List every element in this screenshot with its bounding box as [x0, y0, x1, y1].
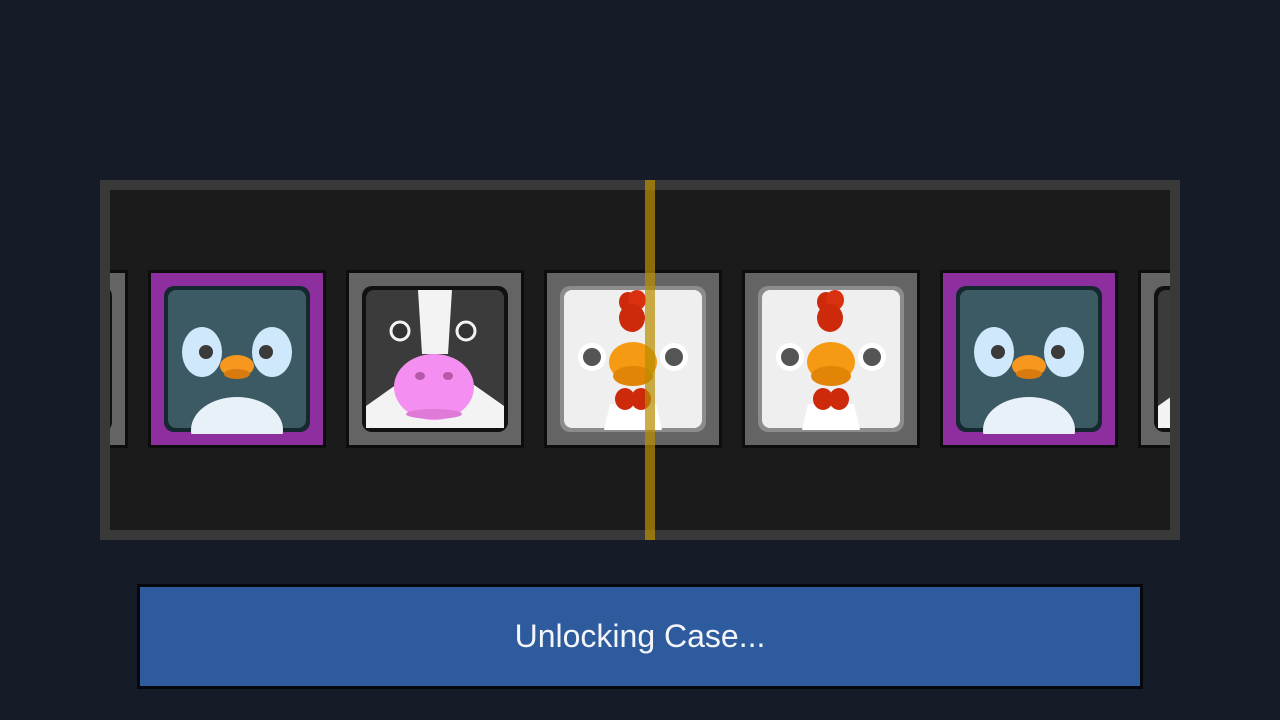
case-item-chicken — [544, 270, 722, 448]
unlocking-case-button[interactable]: Unlocking Case... — [137, 584, 1143, 689]
case-reel-window — [100, 180, 1180, 540]
case-item-cow — [346, 270, 524, 448]
penguin-icon — [164, 286, 310, 434]
case-item-penguin — [148, 270, 326, 448]
cow-icon — [362, 286, 508, 432]
penguin-icon — [956, 286, 1102, 434]
case-item-chicken — [742, 270, 920, 448]
cow-icon — [1154, 286, 1170, 432]
chicken-icon — [758, 286, 904, 432]
case-reel-strip — [110, 190, 1170, 530]
selection-marker — [645, 180, 655, 540]
chicken-icon — [560, 286, 706, 432]
cow-icon — [110, 290, 112, 428]
case-item-cow — [1138, 270, 1170, 448]
case-item-cow — [110, 270, 128, 448]
case-item-penguin — [940, 270, 1118, 448]
